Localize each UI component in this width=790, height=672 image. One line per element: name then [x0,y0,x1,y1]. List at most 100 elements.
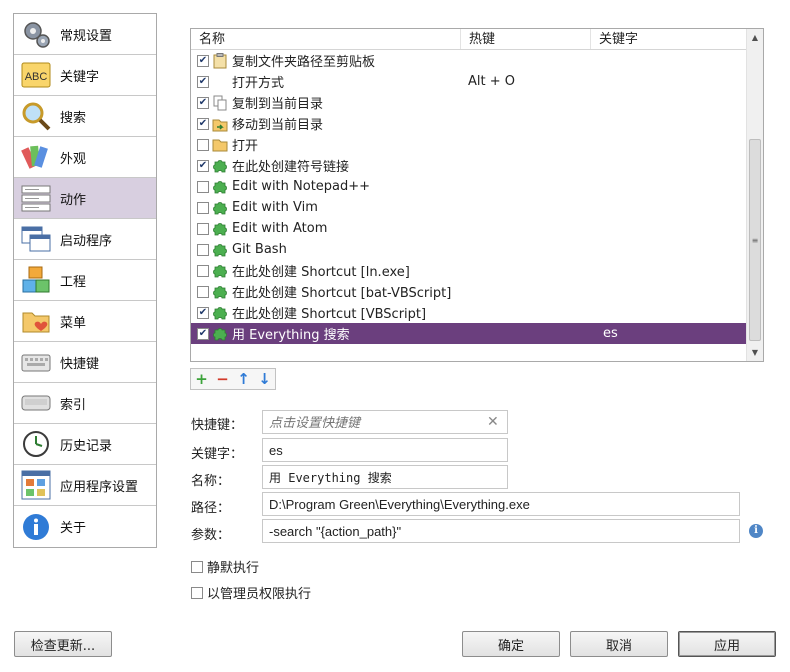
row-checkbox[interactable]: ✔ [197,117,209,130]
vertical-scrollbar[interactable]: ▲ ≡ ▼ [746,29,763,361]
action-list[interactable]: 名称 热键 关键字 ✔ 复制文件夹路径至剪贴板 ✔ 打开方式 Alt + O ✔ 复制到当前… [190,28,764,362]
sidebar-item-label: 快捷键 [60,356,100,372]
keyword-field[interactable] [262,438,508,462]
row-name: Edit with Vim [232,200,318,215]
sidebar-item-actions[interactable]: 动作 [14,178,156,219]
row-checkbox[interactable]: ✔ [197,327,209,340]
checkbox-box[interactable] [191,586,203,599]
row-checkbox[interactable] [197,243,209,256]
sidebar-item-search[interactable]: 搜索 [14,96,156,137]
name-label: 名称： [191,474,231,489]
sidebar-item-label: 历史记录 [60,438,113,454]
name-field[interactable] [262,465,508,489]
table-row[interactable]: Edit with Notepad++ [191,176,763,197]
remove-button[interactable]: − [212,369,233,389]
column-header-name[interactable]: 名称 [191,29,461,49]
clear-hotkey-icon[interactable]: ✕ [487,414,499,430]
puzzle-icon [212,305,228,321]
clock-icon [20,428,52,460]
action-list-icon [20,182,52,214]
sidebar-item-projects[interactable]: 工程 [14,260,156,301]
row-checkbox[interactable] [197,285,209,298]
row-checkbox[interactable] [197,138,209,151]
sidebar-item-app-settings[interactable]: 应用程序设置 [14,465,156,506]
puzzle-icon [212,200,228,216]
row-checkbox[interactable] [197,201,209,214]
scroll-up-icon[interactable]: ▲ [747,29,763,46]
blocks-icon [20,264,52,296]
puzzle-icon [212,179,228,195]
silent-run-checkbox[interactable]: 静默执行 [191,557,259,576]
puzzle-icon [212,158,228,174]
sidebar-item-keyword[interactable]: ABC 关键字 [14,55,156,96]
row-name: 打开 [232,139,259,154]
table-row[interactable]: ✔ 复制文件夹路径至剪贴板 [191,50,763,71]
sidebar-item-label: 外观 [60,151,87,167]
sidebar-item-about[interactable]: 关于 [14,506,156,547]
row-checkbox[interactable]: ✔ [197,75,209,88]
table-row[interactable]: ✔ 移动到当前目录 [191,113,763,134]
list-toolbar: + − ↑ ↓ [190,368,276,390]
puzzle-icon [212,221,228,237]
table-row[interactable]: ✔ 打开方式 Alt + O [191,71,763,92]
sidebar-item-history[interactable]: 历史记录 [14,424,156,465]
scroll-down-icon[interactable]: ▼ [747,344,763,361]
checkbox-box[interactable] [191,560,203,573]
sidebar-item-label: 关于 [60,521,87,536]
sidebar-item-label: 应用程序设置 [60,479,139,495]
table-row[interactable]: Git Bash [191,239,763,260]
row-checkbox[interactable] [197,180,209,193]
sidebar-item-appearance[interactable]: 外观 [14,137,156,178]
gears-icon [20,18,52,50]
table-row[interactable]: ✔ 用 Everything 搜索 es [191,323,763,344]
row-name: 在此处创建符号链接 [232,160,350,175]
scroll-thumb[interactable]: ≡ [749,139,761,341]
row-checkbox[interactable]: ✔ [197,96,209,109]
copy-icon [212,95,228,111]
run-as-admin-label: 以管理员权限执行 [207,587,312,602]
check-update-button[interactable]: 检查更新... [14,631,112,657]
ok-button[interactable]: 确定 [462,631,560,657]
sidebar-item-label: 索引 [60,397,87,413]
column-header-keyword[interactable]: 关键字 [591,29,746,49]
table-row[interactable]: ✔ 复制到当前目录 [191,92,763,113]
table-row[interactable]: 在此处创建 Shortcut [ln.exe] [191,260,763,281]
table-row[interactable]: 打开 [191,134,763,155]
keyboard-icon [20,346,52,378]
table-row[interactable]: Edit with Atom [191,218,763,239]
row-name: 在此处创建 Shortcut [bat-VBScript] [232,286,452,301]
row-checkbox[interactable]: ✔ [197,54,209,67]
sidebar-item-menu[interactable]: 菜单 [14,301,156,342]
apply-button[interactable]: 应用 [678,631,776,657]
move-down-button[interactable]: ↓ [254,369,275,389]
row-name: 在此处创建 Shortcut [ln.exe] [232,265,410,280]
row-checkbox[interactable]: ✔ [197,306,209,319]
palette-icon [20,141,52,173]
sidebar-item-hotkeys[interactable]: 快捷键 [14,342,156,383]
table-row[interactable]: 在此处创建 Shortcut [bat-VBScript] [191,281,763,302]
sidebar-item-general[interactable]: 常规设置 [14,14,156,55]
sidebar-item-launcher[interactable]: 启动程序 [14,219,156,260]
column-header-hotkey[interactable]: 热键 [461,29,591,49]
table-row[interactable]: ✔ 在此处创建符号链接 [191,155,763,176]
path-field[interactable] [262,492,740,516]
magnifier-icon [20,100,52,132]
app-grid-icon [20,469,52,501]
hotkey-field[interactable] [262,410,508,434]
params-field[interactable] [262,519,740,543]
table-row[interactable]: ✔ 在此处创建 Shortcut [VBScript] [191,302,763,323]
info-icon[interactable]: i [749,524,763,538]
sidebar-item-index[interactable]: 索引 [14,383,156,424]
abc-icon: ABC [20,59,52,91]
move-up-button[interactable]: ↑ [233,369,254,389]
run-as-admin-checkbox[interactable]: 以管理员权限执行 [191,583,311,602]
row-checkbox[interactable]: ✔ [197,159,209,172]
table-row[interactable]: Edit with Vim [191,197,763,218]
add-button[interactable]: + [191,369,212,389]
row-checkbox[interactable] [197,264,209,277]
row-checkbox[interactable] [197,222,209,235]
clipboard-icon [212,52,228,69]
row-hotkey: Alt + O [468,74,515,89]
cancel-button[interactable]: 取消 [570,631,668,657]
windows-icon [20,223,52,255]
